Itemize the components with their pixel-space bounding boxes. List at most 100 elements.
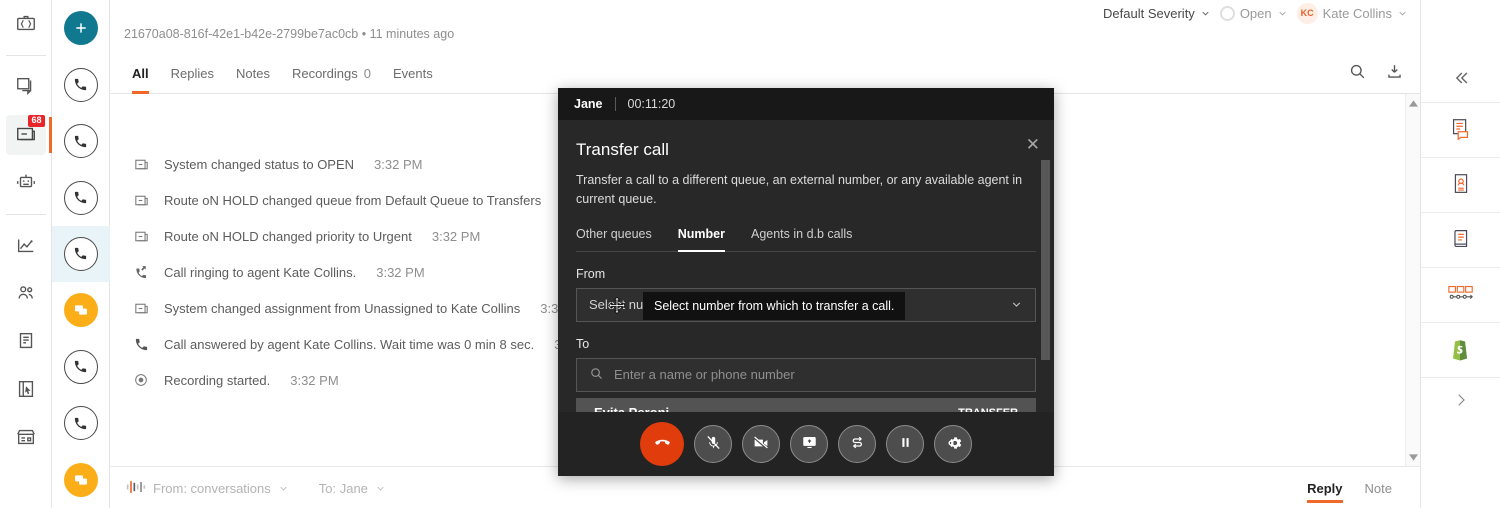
header-controls: Default Severity Open KC Kate Collins xyxy=(1103,0,1408,26)
search-icon xyxy=(589,366,604,384)
severity-dropdown[interactable]: Default Severity xyxy=(1103,6,1211,21)
recording-icon xyxy=(132,371,150,389)
tab-label: Note xyxy=(1364,480,1392,496)
tab-other-queues[interactable]: Other queues xyxy=(576,227,652,251)
transfer-result-row[interactable]: Evita Peroni TRANSFER xyxy=(576,397,1036,412)
nav-divider-2 xyxy=(5,214,46,215)
tab-notes[interactable]: Notes xyxy=(236,52,270,94)
status-dropdown[interactable]: Open xyxy=(1219,5,1288,21)
to-recipient-dropdown[interactable]: To: Jane xyxy=(319,481,386,496)
conversation-item[interactable] xyxy=(52,452,110,508)
event-text: System changed status to OPEN xyxy=(164,156,355,172)
sidebar-item-knowledge[interactable] xyxy=(6,322,46,362)
severity-label: Default Severity xyxy=(1103,5,1195,21)
collapse-panel-button[interactable] xyxy=(1421,56,1500,103)
tab-label: Recordings xyxy=(291,65,358,81)
to-recipient-label: To: Jane xyxy=(318,480,368,496)
system-event-icon xyxy=(132,299,150,317)
tab-all[interactable]: All xyxy=(132,52,149,94)
new-conversation-button[interactable] xyxy=(52,0,110,56)
conversation-item[interactable] xyxy=(52,339,110,395)
conversation-item[interactable] xyxy=(52,282,110,338)
sidebar-item-conversations[interactable] xyxy=(6,67,46,107)
transfer-button[interactable] xyxy=(838,425,876,463)
tab-label: All xyxy=(132,65,149,81)
gear-icon xyxy=(943,435,963,454)
panel-timeline[interactable] xyxy=(1421,268,1500,323)
search-input[interactable] xyxy=(614,367,1023,382)
panel-shopify[interactable] xyxy=(1421,323,1500,378)
to-search-field[interactable] xyxy=(576,357,1036,392)
assignee-name: Kate Collins xyxy=(1322,5,1392,21)
sidebar-item-storefront[interactable] xyxy=(6,418,46,458)
contact-card-icon xyxy=(1448,171,1474,200)
chevrons-left-icon xyxy=(1451,68,1471,91)
conversation-item[interactable] xyxy=(52,56,110,112)
move-cursor-icon xyxy=(607,296,627,316)
conversation-item[interactable] xyxy=(52,395,110,451)
panel-contact-card[interactable] xyxy=(1421,158,1500,213)
chevron-down-icon xyxy=(1012,302,1021,307)
tab-number[interactable]: Number xyxy=(677,226,726,252)
tab-note[interactable]: Note xyxy=(1365,467,1392,508)
close-icon[interactable]: ✕ xyxy=(1026,136,1040,153)
system-event-icon xyxy=(132,191,150,209)
screen-share-button[interactable] xyxy=(790,425,828,463)
mute-button[interactable] xyxy=(694,425,732,463)
tab-replies[interactable]: Replies xyxy=(171,52,214,94)
chevron-down-icon xyxy=(280,486,287,491)
phone-icon xyxy=(132,335,150,353)
scroll-up-icon[interactable] xyxy=(1406,96,1420,110)
tab-events[interactable]: Events xyxy=(393,52,433,94)
screen-share-icon xyxy=(801,434,818,454)
tab-agents-in-db-calls[interactable]: Agents in d.b calls xyxy=(751,227,852,251)
call-ringing-icon xyxy=(132,263,150,281)
sidebar-item-developer-tools[interactable] xyxy=(6,4,46,44)
download-icon[interactable] xyxy=(1385,62,1404,84)
sidebar-item-analytics[interactable] xyxy=(6,226,46,266)
scroll-down-icon[interactable] xyxy=(1406,450,1420,464)
sidebar-item-inbox[interactable]: 68 xyxy=(5,115,52,155)
hangup-button[interactable] xyxy=(640,422,684,466)
storefront-icon xyxy=(15,426,37,451)
panel-title: Transfer call xyxy=(576,140,669,159)
sidebar-item-flows[interactable] xyxy=(6,370,46,410)
chevron-down-icon xyxy=(1399,11,1406,16)
from-channel-label: From: conversations xyxy=(153,480,271,496)
composer-mode-tabs: Reply Note xyxy=(1307,467,1392,508)
event-time: 3:32 PM xyxy=(376,264,425,280)
from-channel-dropdown[interactable]: From: conversations xyxy=(126,479,289,498)
transfer-call-panel: Transfer call ✕ Transfer a call to a dif… xyxy=(558,120,1054,412)
conversation-item[interactable] xyxy=(52,113,110,169)
event-text: Recording started. xyxy=(164,372,271,388)
shopify-icon xyxy=(1449,336,1473,365)
main-scrollbar[interactable] xyxy=(1405,94,1420,466)
event-time: 3:32 PM xyxy=(290,372,339,388)
tab-recordings[interactable]: Recordings 0 xyxy=(292,52,371,94)
transfer-arrows-icon xyxy=(849,434,866,454)
expand-panel-button[interactable] xyxy=(1421,378,1500,425)
tab-label: Reply xyxy=(1307,480,1343,496)
call-controls xyxy=(558,412,1054,476)
hold-button[interactable] xyxy=(886,425,924,463)
event-time: 3:32 PM xyxy=(431,228,481,244)
search-icon[interactable] xyxy=(1348,62,1367,84)
sidebar-item-contacts[interactable] xyxy=(6,274,46,314)
settings-button[interactable] xyxy=(934,425,972,463)
call-widget: Jane 00:11:20 Transfer call ✕ Transfer a… xyxy=(558,88,1054,476)
call-widget-titlebar[interactable]: Jane 00:11:20 xyxy=(558,88,1054,120)
conversation-item[interactable] xyxy=(52,169,110,225)
tab-reply[interactable]: Reply xyxy=(1307,467,1343,508)
video-off-button[interactable] xyxy=(742,425,780,463)
sidebar-item-bots[interactable] xyxy=(6,163,46,203)
tab-label: Number xyxy=(677,226,725,241)
panel-knowledge-book[interactable] xyxy=(1421,213,1500,268)
video-off-icon xyxy=(752,434,770,455)
panel-scrollbar[interactable] xyxy=(1041,160,1050,360)
conversation-item-active[interactable] xyxy=(51,225,110,283)
divider xyxy=(614,97,616,111)
panel-conversation-summary[interactable] xyxy=(1421,103,1500,158)
scrollbar-thumb[interactable] xyxy=(1041,160,1050,360)
right-rail xyxy=(1420,0,1500,508)
assignee-dropdown[interactable]: KC Kate Collins xyxy=(1296,2,1408,24)
